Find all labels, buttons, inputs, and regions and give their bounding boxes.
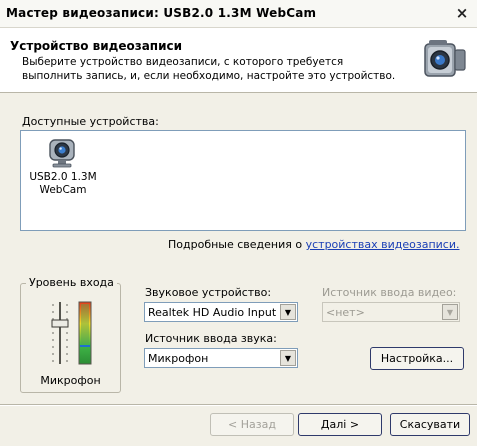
header-description: Выберите устройство видеозаписи, с котор… [22, 56, 396, 82]
audio-source-label: Источник ввода звука: [145, 332, 277, 345]
video-source-value: <нет> [326, 306, 365, 319]
chevron-down-icon: ▼ [442, 304, 458, 320]
back-button[interactable]: < Назад [210, 413, 294, 436]
camcorder-icon [424, 40, 466, 77]
available-devices-label: Доступные устройства: [22, 115, 159, 128]
audio-source-value: Микрофон [148, 352, 209, 365]
input-level-group: Уровень входа Микрофон [20, 276, 121, 393]
chevron-down-icon[interactable]: ▼ [280, 350, 296, 366]
audio-source-select[interactable]: Микрофон ▼ [144, 348, 298, 368]
video-source-select[interactable]: <нет> ▼ [322, 302, 460, 322]
window-title: Мастер видеозаписи: USB2.0 1.3M WebCam [6, 6, 317, 20]
chevron-down-icon[interactable]: ▼ [280, 304, 296, 320]
next-button[interactable]: Далі > [298, 413, 382, 436]
input-level-legend: Уровень входа [26, 276, 117, 289]
header-title: Устройство видеозаписи [10, 39, 183, 53]
title-bar: Мастер видеозаписи: USB2.0 1.3M WebCam × [0, 0, 477, 28]
footer-separator [0, 404, 477, 406]
device-list[interactable]: USB2.0 1.3M WebCam [20, 130, 466, 231]
input-source-label: Микрофон [40, 374, 101, 387]
details-prefix: Подробные сведения о [168, 238, 306, 251]
audio-device-label: Звуковое устройство: [145, 286, 272, 299]
video-source-label: Источник ввода видео: [322, 286, 457, 299]
device-item-webcam[interactable]: USB2.0 1.3M WebCam [27, 137, 99, 197]
input-level-meter [51, 301, 92, 365]
audio-device-select[interactable]: Realtek HD Audio Input ▼ [144, 302, 298, 322]
settings-button[interactable]: Настройка... [370, 347, 464, 370]
cancel-button[interactable]: Скасувати [390, 413, 470, 436]
video-devices-link[interactable]: устройствах видеозаписи. [306, 238, 460, 251]
details-text: Подробные сведения о устройствах видеоза… [168, 238, 459, 251]
audio-device-value: Realtek HD Audio Input [148, 306, 277, 319]
webcam-icon [49, 139, 75, 168]
wizard-header: Устройство видеозаписи Выберите устройст… [0, 28, 477, 93]
video-capture-wizard-window: Мастер видеозаписи: USB2.0 1.3M WebCam ×… [0, 0, 477, 446]
device-name: USB2.0 1.3M WebCam [29, 171, 97, 196]
close-icon[interactable]: × [453, 4, 471, 22]
